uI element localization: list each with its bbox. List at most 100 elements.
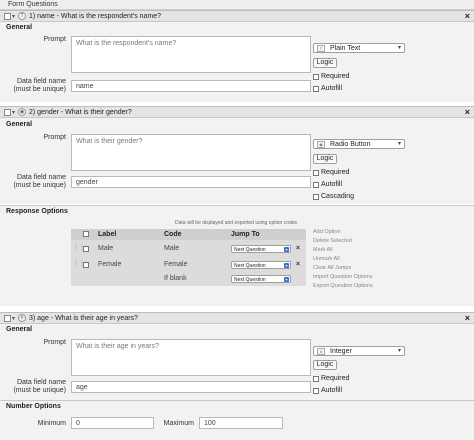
question-3-header[interactable]: ▾ # 3) age - What is their age in years?… — [0, 312, 474, 324]
unmark-all-link[interactable]: Unmark All — [313, 256, 340, 262]
question-1-collapse-icon[interactable]: ▾ — [12, 13, 15, 20]
option-jump-value: Next Question — [234, 247, 266, 253]
question-1-autofill-checkbox[interactable] — [313, 86, 319, 92]
question-3-type-select[interactable]: # Integer ▾ — [313, 346, 405, 356]
question-1-select-checkbox[interactable] — [4, 13, 11, 20]
radio-button-type-icon: ◉ — [317, 141, 325, 148]
question-2-header[interactable]: ▾ ◉ 2) gender - What is their gender? × — [0, 106, 474, 118]
table-row: ⋮⋮ Male Male Next Question ▾ × — [71, 242, 306, 256]
question-1-type-select[interactable]: T Plain Text ▾ — [313, 43, 405, 53]
question-1-datafield-sublabel: (must be unique) — [13, 86, 66, 93]
chevron-down-icon: ▾ — [284, 277, 289, 282]
question-2-select-checkbox[interactable] — [4, 109, 11, 116]
plain-text-type-icon: T — [317, 45, 325, 52]
question-2-datafield-sublabel: (must be unique) — [13, 182, 66, 189]
question-1-required-label: Required — [321, 73, 350, 80]
minimum-input[interactable]: 0 — [71, 417, 154, 429]
question-2-datafield-input[interactable]: gender — [71, 176, 311, 188]
maximum-label: Maximum — [163, 420, 194, 427]
number-options-label: Number Options — [6, 403, 61, 410]
export-options-link[interactable]: Export Question Options — [313, 283, 373, 289]
question-2-datafield-label: Data field name — [16, 174, 66, 181]
question-3-title: 3) age - What is their age in years? — [29, 315, 138, 322]
option-jump-select[interactable]: Next Question ▾ — [231, 261, 291, 269]
question-1-header[interactable]: ▾ T 1) name - What is the respondent's n… — [0, 10, 474, 22]
chevron-down-icon: ▾ — [284, 247, 289, 252]
question-3-collapse-icon[interactable]: ▾ — [12, 315, 15, 322]
table-row: If blank Next Question ▾ — [71, 273, 306, 286]
mark-all-link[interactable]: Mark All — [313, 247, 333, 253]
question-2-type-select[interactable]: ◉ Radio Button ▾ — [313, 139, 405, 149]
question-1-type-value: Plain Text — [330, 45, 361, 52]
question-2-autofill-label: Autofill — [321, 181, 343, 188]
column-code-header: Code — [164, 231, 182, 238]
question-1-required-checkbox[interactable] — [313, 74, 319, 80]
question-2-close-icon[interactable]: × — [465, 107, 470, 117]
response-options-label: Response Options — [6, 208, 68, 215]
number-type-icon: # — [18, 314, 26, 322]
question-2-required-checkbox[interactable] — [313, 170, 319, 176]
chevron-down-icon: ▾ — [397, 141, 401, 147]
page-title: Form Questions — [8, 1, 58, 8]
option-row-checkbox[interactable] — [83, 246, 89, 252]
question-1-autofill-label: Autofill — [321, 85, 343, 92]
maximum-input[interactable]: 100 — [199, 417, 283, 429]
delete-option-icon[interactable]: × — [296, 245, 300, 252]
response-options-note: Data will be displayed and exported usin… — [175, 220, 298, 226]
question-3-prompt-label: Prompt — [43, 339, 66, 346]
chevron-down-icon: ▾ — [397, 348, 401, 354]
question-1-prompt-textarea[interactable]: What is the respondent's name? — [71, 36, 311, 73]
chevron-down-icon: ▾ — [284, 263, 289, 268]
minimum-label: Minimum — [37, 420, 66, 427]
question-1-datafield-label: Data field name — [16, 78, 66, 85]
question-1-general-label: General — [6, 24, 33, 31]
response-options-header-row: Label Code Jump To — [71, 229, 306, 240]
option-jump-value: Next Question — [234, 277, 266, 283]
question-3-close-icon[interactable]: × — [465, 313, 470, 323]
delete-selected-link[interactable]: Delete Selected — [313, 238, 352, 244]
question-3-autofill-checkbox[interactable] — [313, 388, 319, 394]
question-3-datafield-sublabel: (must be unique) — [13, 387, 66, 394]
question-2-title: 2) gender - What is their gender? — [29, 109, 132, 116]
option-jump-select[interactable]: Next Question ▾ — [231, 275, 291, 283]
option-code-cell[interactable]: Female — [164, 261, 187, 268]
column-label-header: Label — [98, 231, 117, 238]
question-1-title: 1) name - What is the respondent's name? — [29, 13, 162, 20]
text-type-icon: T — [18, 12, 26, 20]
question-1-logic-button[interactable]: Logic — [313, 58, 337, 68]
question-2-autofill-checkbox[interactable] — [313, 182, 319, 188]
option-code-cell: If blank — [164, 275, 187, 282]
delete-option-icon[interactable]: × — [296, 261, 300, 268]
question-1-close-icon[interactable]: × — [465, 11, 470, 21]
add-option-link[interactable]: Add Option — [313, 229, 341, 235]
option-jump-select[interactable]: Next Question ▾ — [231, 245, 291, 253]
options-select-all-checkbox[interactable] — [83, 231, 89, 237]
question-3-datafield-label: Data field name — [16, 379, 66, 386]
option-jump-value: Next Question — [234, 263, 266, 269]
question-1-prompt-label: Prompt — [43, 36, 66, 43]
question-3-logic-button[interactable]: Logic — [313, 360, 337, 370]
question-2-logic-button[interactable]: Logic — [313, 154, 337, 164]
question-3-required-checkbox[interactable] — [313, 376, 319, 382]
question-2-prompt-label: Prompt — [43, 134, 66, 141]
question-2-prompt-textarea[interactable]: What is their gender? — [71, 134, 311, 171]
option-label-cell[interactable]: Male — [98, 245, 113, 252]
question-3-datafield-input[interactable]: age — [71, 381, 311, 393]
form-questions-title-bar: Form Questions — [0, 0, 474, 10]
question-2-cascading-checkbox[interactable] — [313, 194, 319, 200]
option-code-cell[interactable]: Male — [164, 245, 179, 252]
clear-all-jumps-link[interactable]: Clear All Jumps — [313, 265, 351, 271]
option-row-checkbox[interactable] — [83, 262, 89, 268]
question-2-cascading-label: Cascading — [321, 193, 355, 200]
import-options-link[interactable]: Import Question Options — [313, 274, 373, 280]
question-2-collapse-icon[interactable]: ▾ — [12, 109, 15, 116]
question-2-general-label: General — [6, 121, 33, 128]
question-3-general-label: General — [6, 326, 33, 333]
question-1-datafield-input[interactable]: name — [71, 80, 311, 92]
radio-type-icon: ◉ — [18, 108, 26, 116]
question-3-prompt-textarea[interactable]: What is their age in years? — [71, 339, 311, 376]
column-jump-header: Jump To — [231, 231, 260, 238]
question-3-select-checkbox[interactable] — [4, 315, 11, 322]
option-label-cell[interactable]: Female — [98, 261, 121, 268]
question-2-required-label: Required — [321, 169, 350, 176]
